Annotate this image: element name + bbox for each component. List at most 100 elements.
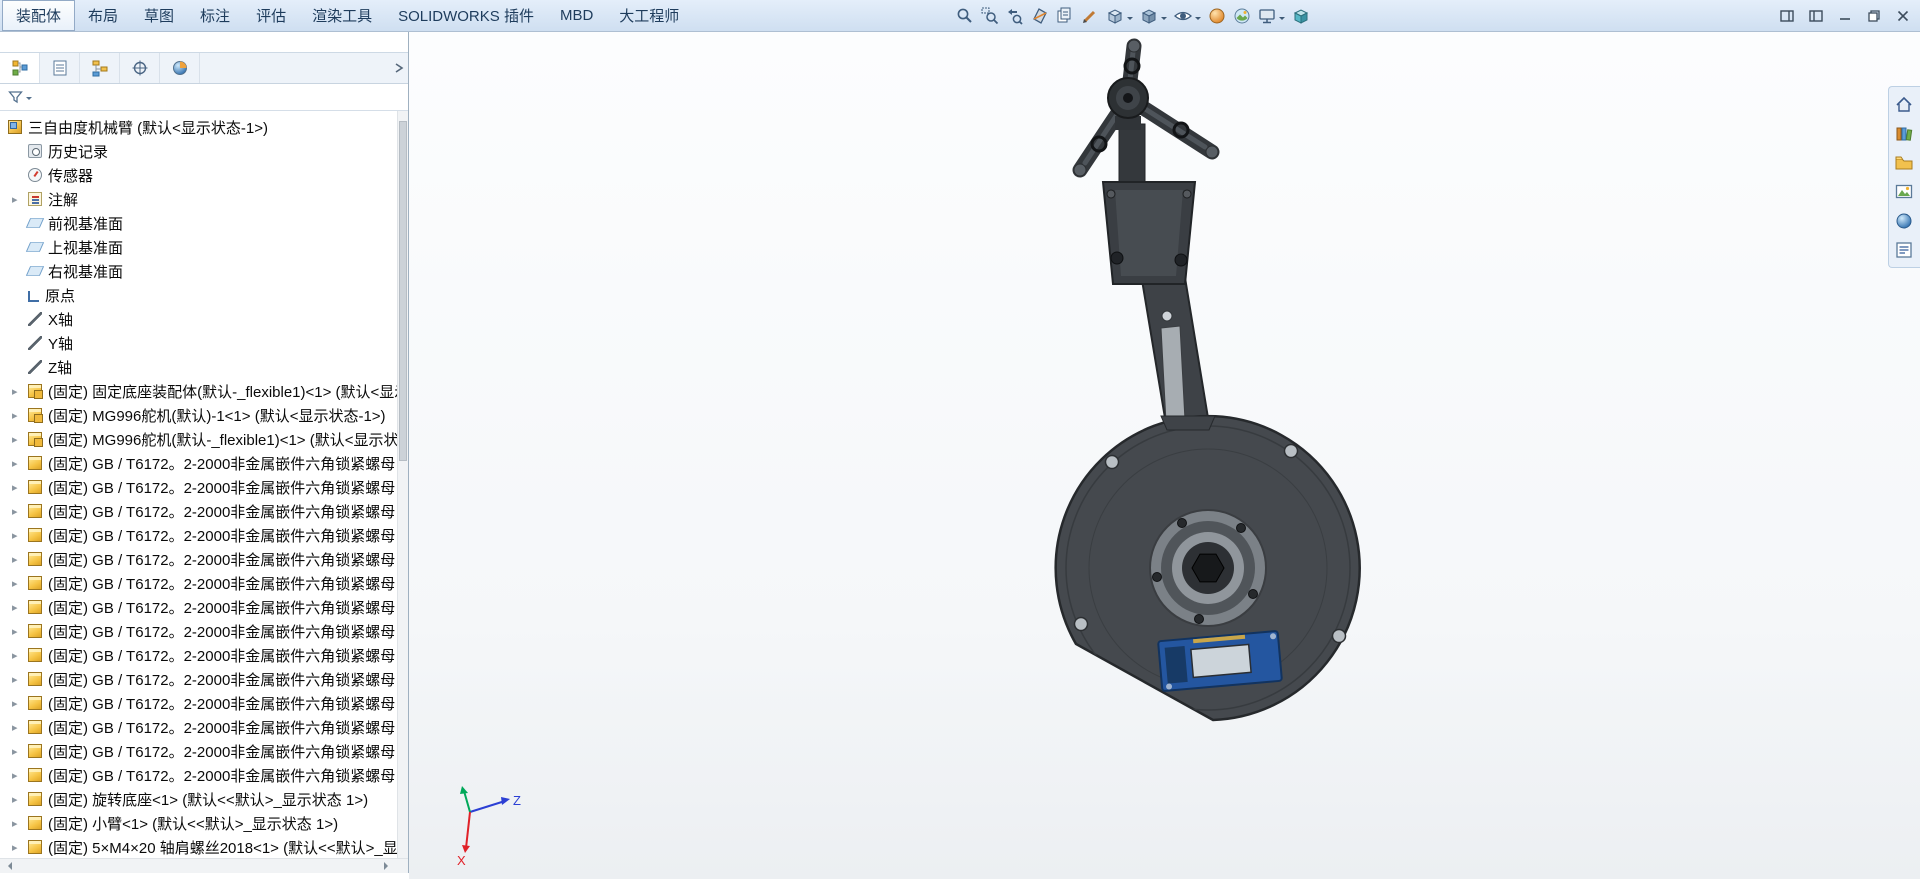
expand-arrow-icon[interactable]: ▸ [12,817,28,830]
scroll-right-icon[interactable] [384,862,392,870]
tree-item[interactable]: X轴 [0,307,408,331]
edit-appearance-icon[interactable] [1204,3,1229,29]
expand-arrow-icon[interactable]: ▸ [12,625,28,638]
tree-item[interactable]: ▸ (固定) GB / T6172。2-2000非金属嵌件六角锁紧螺母 [0,715,408,739]
robot-arm-model[interactable] [1054,38,1361,722]
appearances-icon[interactable] [1889,206,1919,235]
pane-split-right-icon[interactable] [1778,6,1796,26]
menu-tab-7[interactable]: SOLIDWORKS 插件 [385,0,547,31]
display-style-icon[interactable] [1136,3,1161,29]
expand-arrow-icon[interactable]: ▸ [12,385,28,398]
expand-arrow-icon[interactable]: ▸ [12,529,28,542]
tree-item[interactable]: ▸ 注解 [0,187,408,211]
view-settings-icon[interactable] [1254,3,1279,29]
tree-item[interactable]: ▸ (固定) GB / T6172。2-2000非金属嵌件六角锁紧螺母 [0,643,408,667]
expand-arrow-icon[interactable]: ▸ [12,745,28,758]
expand-arrow-icon[interactable]: ▸ [12,697,28,710]
sketch-pencil-icon[interactable] [1077,3,1102,29]
tree-item[interactable]: ▸ (固定) GB / T6172。2-2000非金属嵌件六角锁紧螺母 [0,691,408,715]
hide-show-items-icon[interactable] [1170,3,1195,29]
tree-item[interactable]: ▸ (固定) GB / T6172。2-2000非金属嵌件六角锁紧螺母 [0,571,408,595]
expand-arrow-icon[interactable]: ▸ [12,481,28,494]
expand-arrow-icon[interactable]: ▸ [12,841,28,854]
expand-arrow-icon[interactable]: ▸ [12,553,28,566]
menu-tab-5[interactable]: 评估 [243,0,299,31]
expand-arrow-icon[interactable]: ▸ [12,457,28,470]
tree-item[interactable]: 历史记录 [0,139,408,163]
menu-tab-9[interactable]: 大工程师 [606,0,692,31]
tree-item[interactable]: ▸ (固定) GB / T6172。2-2000非金属嵌件六角锁紧螺母 [0,499,408,523]
propertymanager-tab[interactable] [40,53,80,83]
tree-item[interactable]: ▸ (固定) MG996舵机(默认)-1<1> (默认<显示状态-1>) [0,403,408,427]
restore-icon[interactable] [1865,6,1883,26]
menu-tab-2[interactable]: 布局 [75,0,131,31]
scroll-left-icon[interactable] [4,862,12,870]
menu-tab-1[interactable]: 装配体 [2,0,76,31]
tree-item[interactable]: Z轴 [0,355,408,379]
filter-bar[interactable] [0,84,408,111]
tree-vscroll-thumb[interactable] [399,121,407,461]
previous-view-icon[interactable] [1002,3,1027,29]
tree-item[interactable]: ▸ (固定) GB / T6172。2-2000非金属嵌件六角锁紧螺母 [0,667,408,691]
tree-item[interactable]: ▸ (固定) GB / T6172。2-2000非金属嵌件六角锁紧螺母 [0,547,408,571]
tree-item[interactable]: ▸ (固定) 小臂<1> (默认<<默认>_显示状态 1>) [0,811,408,835]
view-palette-icon[interactable] [1889,177,1919,206]
tree-item[interactable]: ▸ (固定) GB / T6172。2-2000非金属嵌件六角锁紧螺母 [0,523,408,547]
file-explorer-icon[interactable] [1889,148,1919,177]
view-orientation-caret-icon[interactable] [1127,16,1133,23]
display-style-caret-icon[interactable] [1161,16,1167,23]
zoom-area-icon[interactable] [977,3,1002,29]
tree-item[interactable]: ▸ (固定) 固定底座装配体(默认-_flexible1)<1> (默认<显示状态… [0,379,408,403]
expand-arrow-icon[interactable]: ▸ [12,433,28,446]
expand-arrow-icon[interactable]: ▸ [12,649,28,662]
minimize-icon[interactable] [1836,6,1854,26]
gripper[interactable] [1072,38,1220,178]
tree-item[interactable]: ▸ (固定) GB / T6172。2-2000非金属嵌件六角锁紧螺母 [0,451,408,475]
menu-tab-4[interactable]: 标注 [187,0,243,31]
expand-arrow-icon[interactable]: ▸ [12,577,28,590]
tree-item[interactable]: ▸ (固定) MG996舵机(默认-_flexible1)<1> (默认<显示状态… [0,427,408,451]
section-view-icon[interactable] [1027,3,1052,29]
expand-arrow-icon[interactable]: ▸ [12,793,28,806]
expand-arrow-icon[interactable]: ▸ [12,409,28,422]
tree-item[interactable]: 前视基准面 [0,211,408,235]
zoom-fit-icon[interactable] [952,3,977,29]
view-orientation-icon[interactable] [1102,3,1127,29]
graphics-area[interactable]: Z X [409,32,1920,879]
apply-scene-icon[interactable] [1229,3,1254,29]
dimxpert-tab[interactable] [120,53,160,83]
close-icon[interactable] [1894,6,1912,26]
tree-item[interactable]: 三自由度机械臂 (默认<显示状态-1>) [0,115,408,139]
tree-item[interactable]: 传感器 [0,163,408,187]
tree-item[interactable]: 原点 [0,283,408,307]
tree-vscrollbar[interactable] [397,111,408,858]
tree-item[interactable]: Y轴 [0,331,408,355]
displaymanager-tab[interactable] [160,53,200,83]
tree-item[interactable]: ▸ (固定) 旋转底座<1> (默认<<默认>_显示状态 1>) [0,787,408,811]
expand-arrow-icon[interactable]: ▸ [12,601,28,614]
menu-tab-8[interactable]: MBD [547,0,606,31]
tree-item[interactable]: ▸ (固定) GB / T6172。2-2000非金属嵌件六角锁紧螺母 [0,619,408,643]
tree-item[interactable]: ▸ (固定) GB / T6172。2-2000非金属嵌件六角锁紧螺母 [0,739,408,763]
3d-views-icon[interactable] [1288,3,1313,29]
featuremanager-tab[interactable] [0,53,40,83]
menu-tab-6[interactable]: 渲染工具 [299,0,385,31]
tree-item[interactable]: 上视基准面 [0,235,408,259]
tree-hscrollbar[interactable] [0,858,408,873]
expand-arrow-icon[interactable]: ▸ [12,505,28,518]
tree-item[interactable]: ▸ (固定) GB / T6172。2-2000非金属嵌件六角锁紧螺母 [0,763,408,787]
tree-item[interactable]: ▸ (固定) 5×M4×20 轴肩螺丝2018<1> (默认<<默认>_显示状态 … [0,835,408,858]
expand-arrow-icon[interactable]: ▸ [12,673,28,686]
design-library-icon[interactable] [1889,119,1919,148]
expand-arrow-icon[interactable]: ▸ [12,769,28,782]
flyout-chevron-icon[interactable] [394,53,404,83]
hide-show-items-caret-icon[interactable] [1195,16,1201,23]
tree-item[interactable]: ▸ (固定) GB / T6172。2-2000非金属嵌件六角锁紧螺母 [0,595,408,619]
tree-item[interactable]: 右视基准面 [0,259,408,283]
expand-arrow-icon[interactable]: ▸ [12,193,28,206]
annotation-views-icon[interactable] [1052,3,1077,29]
home-icon[interactable] [1889,90,1919,119]
expand-arrow-icon[interactable]: ▸ [12,721,28,734]
tree-item[interactable]: ▸ (固定) GB / T6172。2-2000非金属嵌件六角锁紧螺母 [0,475,408,499]
custom-properties-icon[interactable] [1889,235,1919,264]
